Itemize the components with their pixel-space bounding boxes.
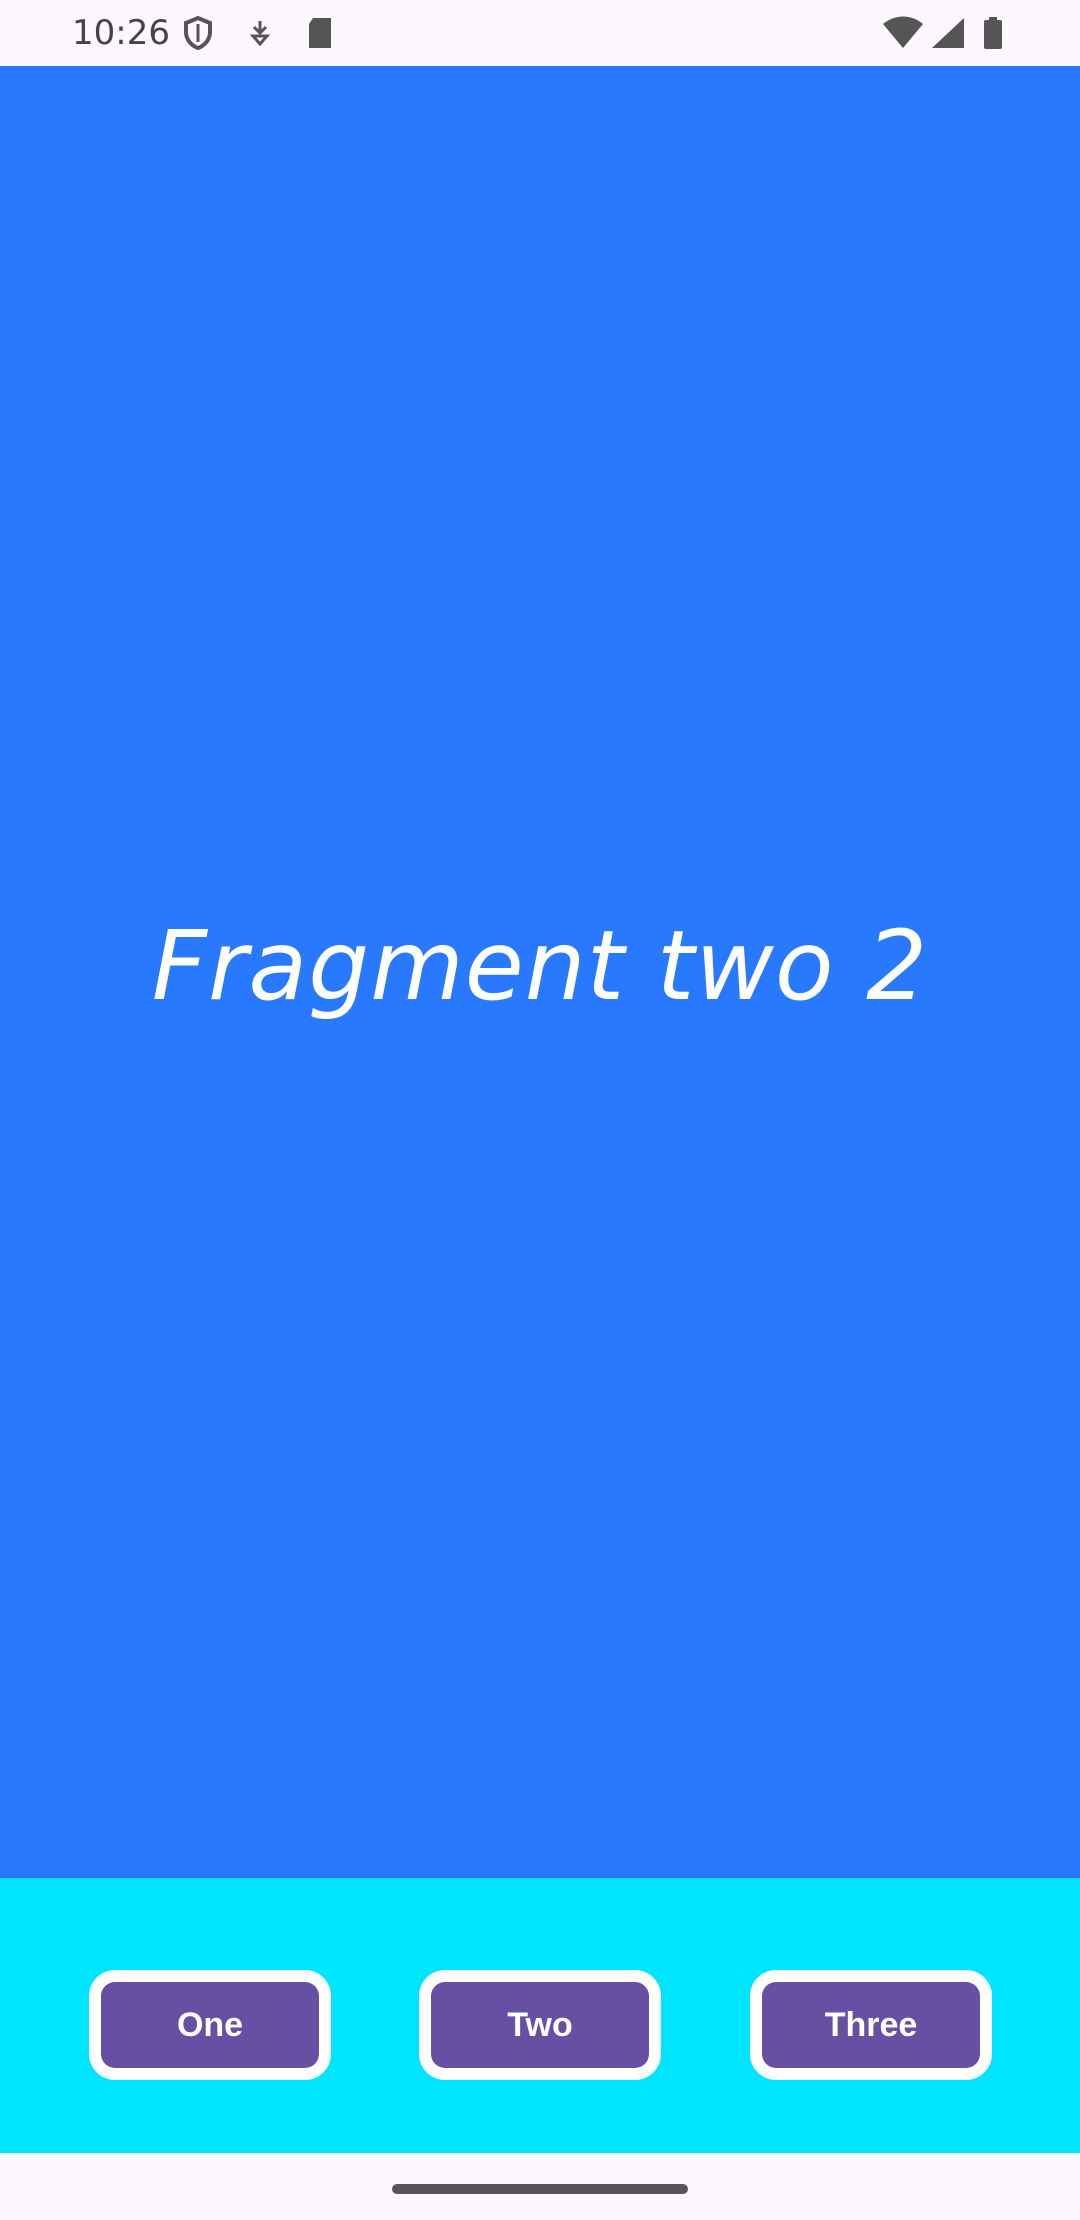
wifi-icon xyxy=(880,14,926,52)
shield-icon xyxy=(180,14,216,52)
sd-card-icon xyxy=(302,14,338,52)
two-button-frame: Two xyxy=(419,1970,661,2080)
fragment-title: Fragment two 2 xyxy=(151,910,929,1022)
fragment-container: Fragment two 2 xyxy=(0,66,1080,1878)
three-button-frame: Three xyxy=(750,1970,992,2080)
signal-icon xyxy=(928,14,968,52)
home-gesture-handle[interactable] xyxy=(392,2184,688,2194)
status-bar: 10:26 xyxy=(0,0,1080,66)
one-button[interactable]: One xyxy=(101,1982,319,2068)
button-bar: One Two Three xyxy=(0,1878,1080,2153)
two-button[interactable]: Two xyxy=(431,1982,649,2068)
one-button-frame: One xyxy=(89,1970,331,2080)
three-button[interactable]: Three xyxy=(762,1982,980,2068)
navigation-bar xyxy=(0,2153,1080,2220)
battery-icon xyxy=(978,14,1008,52)
status-time: 10:26 xyxy=(72,13,170,53)
download-icon xyxy=(242,14,278,52)
